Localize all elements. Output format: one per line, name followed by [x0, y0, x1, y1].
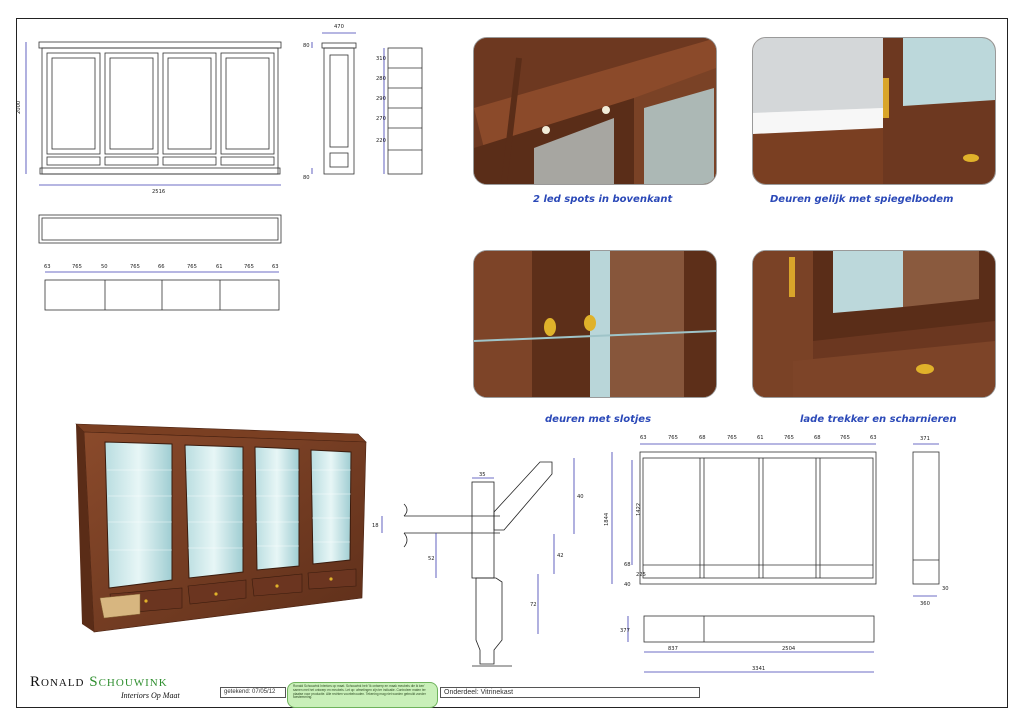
dim-plan-2: 765 [72, 264, 82, 270]
dim-shelf-4: 270 [376, 116, 386, 122]
dim-plan-6: 765 [187, 264, 197, 270]
brand-first: Ronald [30, 674, 85, 690]
carcass-elevation [611, 443, 877, 585]
dim-plan-b: 2504 [782, 646, 796, 652]
dim-r-top-3: 68 [699, 435, 706, 441]
dim-width: 2516 [152, 189, 165, 195]
dim-r-base1: 68 [624, 562, 631, 568]
dim-detail-a: 35 [479, 472, 486, 478]
dim-r-top-9: 63 [870, 435, 877, 441]
dim-plan-a: 837 [668, 646, 678, 652]
dim-plan-1: 63 [44, 264, 51, 270]
dim-shelf-1: 310 [376, 56, 386, 62]
dim-r-height: 1844 [604, 512, 610, 526]
dim-r-inner: 1422 [636, 503, 642, 516]
drawing-sheet: 2000 2516 470 80 80 310 280 290 270 220 [0, 0, 1024, 724]
title-block-subject: Onderdeel: Vitrinekast [440, 687, 700, 698]
base-plan [44, 271, 280, 311]
dim-plan-total: 3341 [752, 666, 765, 672]
dim-side-width: 371 [920, 436, 930, 442]
photo-mirror-bottom [752, 37, 996, 185]
cabinet-render [75, 423, 367, 633]
dim-r-base2: 225 [636, 572, 646, 578]
dim-detail-d: 52 [428, 556, 435, 562]
dim-detail-e: 42 [557, 553, 564, 559]
dim-detail-c: 18 [372, 523, 379, 529]
top-view [38, 214, 282, 244]
dim-depth: 470 [334, 24, 344, 30]
dim-side-bottom-r: 360 [920, 601, 930, 607]
dim-detail-f: 72 [530, 602, 537, 608]
dim-plan-5: 66 [158, 264, 165, 270]
caption-door-locks: deuren met slotjes [545, 414, 652, 425]
front-elevation [25, 41, 282, 186]
photo-drawer-handles [752, 250, 996, 398]
photo-led-spots [473, 37, 717, 185]
dim-r-top-5: 61 [757, 435, 764, 441]
caption-led-spots: 2 led spots in bovenkant [533, 194, 673, 205]
caption-drawer-handles: lade trekker en scharnieren [800, 414, 957, 425]
dim-shelf-5: 220 [376, 138, 386, 144]
dim-plan-9: 63 [272, 264, 279, 270]
carcass-side [912, 443, 940, 597]
dim-detail-b: 40 [577, 494, 584, 500]
dim-plan-7: 61 [216, 264, 223, 270]
caption-mirror-bottom: Deuren gelijk met spiegelbodem [770, 194, 954, 205]
brand-tagline: Interiors Op Maat [121, 691, 180, 700]
green-note: Ronald Schouwink Interiors op maat. Scho… [287, 682, 438, 708]
dim-r-top-6: 765 [784, 435, 794, 441]
dim-r-top-4: 765 [727, 435, 737, 441]
photo-door-locks [473, 250, 717, 398]
brand-second: Schouwink [89, 674, 168, 690]
dim-plan-3: 50 [101, 264, 108, 270]
shelf-section [383, 47, 423, 175]
dim-r-top-1: 63 [640, 435, 647, 441]
dim-r-top-7: 68 [814, 435, 821, 441]
brand-logo: Ronald Schouwink [30, 674, 168, 691]
title-block-date: getekend: 07/05/12 [220, 687, 286, 698]
dim-plan-4: 765 [130, 264, 140, 270]
dim-side-bottom: 80 [303, 175, 310, 181]
dim-plan-d: 377 [620, 628, 630, 634]
moulding-detail [381, 458, 575, 667]
dim-shelf-2: 280 [376, 76, 386, 82]
dim-side-top: 80 [303, 43, 310, 49]
dim-plan-8: 765 [244, 264, 254, 270]
dim-r-top-2: 765 [668, 435, 678, 441]
side-elevation [311, 32, 357, 175]
dim-shelf-3: 290 [376, 96, 386, 102]
dim-side-b2: 30 [942, 586, 949, 592]
dim-r-top-8: 765 [840, 435, 850, 441]
dim-height: 2000 [16, 101, 22, 114]
dim-r-base3: 40 [624, 582, 631, 588]
carcass-plan [627, 615, 875, 673]
